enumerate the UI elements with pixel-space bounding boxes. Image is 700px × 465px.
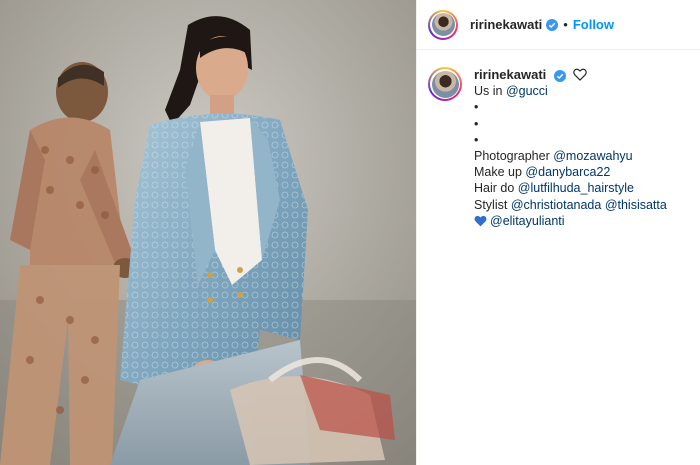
- caption-line-hair: Hair do @lutfilhuda_hairstyle: [474, 181, 635, 196]
- heart-outline-icon[interactable]: [573, 68, 588, 81]
- blue-heart-icon: [474, 215, 487, 227]
- mention-link[interactable]: @elitayulianti: [490, 214, 565, 228]
- caption-avatar[interactable]: [428, 67, 462, 101]
- separator-dot: •: [563, 17, 568, 32]
- mention-link[interactable]: @thisisatta: [605, 198, 667, 212]
- caption-username[interactable]: ririnekawati: [474, 67, 546, 82]
- caption-bullet: •: [474, 100, 479, 115]
- caption-line-us-in: Us in @gucci: [474, 84, 548, 99]
- post-side-panel: ririnekawati • Follow ririnekawati Us in…: [416, 0, 700, 465]
- caption-body: ririnekawati Us in @gucci • • • Photogra…: [474, 67, 667, 229]
- caption-line-stylist: Stylist @christiotanada @thisisatta: [474, 197, 667, 212]
- caption-line-heart: @elitayulianti: [474, 213, 667, 229]
- caption-line-makeup: Make up @danybarca22: [474, 165, 611, 180]
- mention-link[interactable]: @gucci: [506, 84, 548, 98]
- verified-badge-icon: [546, 18, 559, 31]
- mention-link[interactable]: @lutfilhuda_hairstyle: [518, 181, 634, 195]
- post-header: ririnekawati • Follow: [417, 0, 700, 50]
- post-photo[interactable]: [0, 0, 416, 465]
- caption: ririnekawati Us in @gucci • • • Photogra…: [417, 50, 700, 229]
- caption-bullet: •: [474, 132, 479, 147]
- header-username[interactable]: ririnekawati: [470, 17, 542, 32]
- mention-link[interactable]: @mozawahyu: [553, 149, 632, 163]
- verified-badge-icon: [553, 69, 566, 82]
- caption-bullet: •: [474, 116, 479, 131]
- avatar[interactable]: [428, 9, 458, 40]
- mention-link[interactable]: @christiotanada: [511, 198, 602, 212]
- caption-line-photographer: Photographer @mozawahyu: [474, 149, 633, 164]
- mention-link[interactable]: @danybarca22: [525, 165, 610, 179]
- follow-button[interactable]: Follow: [573, 17, 614, 32]
